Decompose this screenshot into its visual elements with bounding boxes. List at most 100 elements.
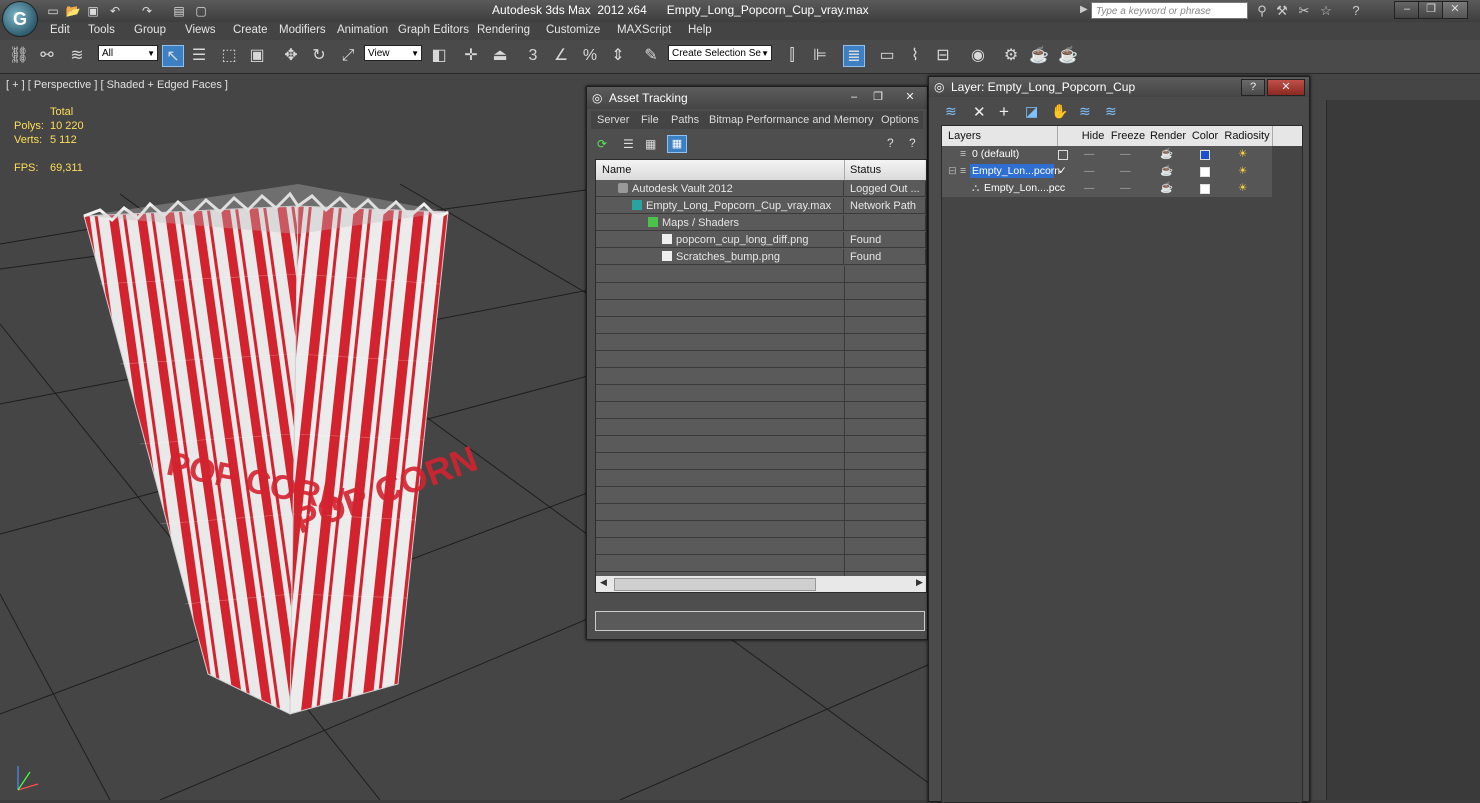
render-setup-icon[interactable]: ⚙ [1000, 45, 1022, 67]
mirror-icon[interactable]: ⫿ [781, 45, 803, 67]
column-layers[interactable]: Layers [942, 126, 1058, 146]
render-production-icon[interactable]: ☕ [1057, 45, 1079, 67]
curve-editor-icon[interactable]: ⌇ [904, 45, 926, 67]
rectangular-selection-icon[interactable]: ⬚ [218, 45, 240, 67]
menu-help[interactable]: Help [688, 24, 712, 36]
link-icon[interactable]: ⛓ [8, 45, 30, 67]
scroll-right-icon[interactable]: ▶ [916, 577, 923, 588]
pivot-center-icon[interactable]: ◧ [428, 45, 450, 67]
freeze-dash-icon[interactable]: — [1120, 146, 1131, 162]
minimize-button[interactable]: – [843, 90, 865, 105]
layer-row[interactable]: ⊟ ≡ Empty_Lon...pcorn ✓ — — ☕ ☀ [942, 163, 1272, 180]
move-icon[interactable]: ✥ [280, 45, 302, 67]
layer-color-swatch[interactable] [1200, 184, 1210, 194]
column-status[interactable]: Status [850, 164, 881, 176]
hide-all-icon[interactable]: ≋ [1079, 103, 1091, 120]
help-icon[interactable]: ? [1348, 3, 1364, 19]
spinner-snap-icon[interactable]: ⇕ [607, 45, 629, 67]
snap-3d-icon[interactable]: 3 [522, 45, 544, 67]
new-file-icon[interactable]: ▭ [44, 3, 62, 19]
menu-group[interactable]: Group [134, 24, 166, 36]
thumbnail-view-icon[interactable]: ▦ [645, 137, 656, 151]
asset-menu-paths[interactable]: Paths [671, 114, 699, 126]
layer-color-swatch[interactable] [1200, 150, 1210, 160]
menu-rendering[interactable]: Rendering [477, 24, 530, 36]
search-input[interactable]: Type a keyword or phrase [1091, 2, 1248, 19]
scale-icon[interactable]: ⤢ [337, 45, 359, 67]
keyboard-shortcut-icon[interactable]: ⏏ [489, 45, 511, 67]
hide-dash-icon[interactable]: — [1084, 163, 1095, 179]
select-by-name-icon[interactable]: ☰ [188, 45, 210, 67]
radiosity-sun-icon[interactable]: ☀ [1238, 163, 1247, 179]
freeze-dash-icon[interactable]: — [1120, 180, 1131, 196]
layer-row[interactable]: ⛬ Empty_Lon....pcc — — ☕ ☀ [942, 180, 1272, 197]
render-teapot-icon[interactable]: ☕ [1160, 163, 1173, 179]
collapse-icon[interactable]: ⊟ [948, 163, 957, 179]
highlight-selected-icon[interactable]: ✋ [1051, 103, 1068, 120]
layer-manager-titlebar[interactable]: ◎ Layer: Empty_Long_Popcorn_Cup ? ✕ [929, 77, 1309, 97]
list-view-icon[interactable]: ☰ [623, 137, 634, 151]
render-teapot-icon[interactable]: ☕ [1160, 146, 1173, 162]
restore-button[interactable]: ❐ [1418, 1, 1444, 19]
close-button[interactable]: ✕ [1442, 1, 1468, 19]
fetch-icon[interactable]: ▢ [192, 3, 210, 19]
radiosity-sun-icon[interactable]: ☀ [1238, 180, 1247, 196]
delete-layer-icon[interactable]: ✕ [973, 103, 986, 121]
column-name[interactable]: Name [602, 164, 631, 176]
asset-menu-server[interactable]: Server [597, 114, 629, 126]
save-icon[interactable]: ▣ [84, 3, 102, 19]
asset-tracking-titlebar[interactable]: ◎ Asset Tracking – ❐ ✕ [587, 87, 927, 109]
radiosity-sun-icon[interactable]: ☀ [1238, 146, 1247, 162]
add-to-layer-icon[interactable]: + [999, 102, 1009, 122]
hide-dash-icon[interactable]: — [1084, 180, 1095, 196]
minimize-button[interactable]: – [1394, 1, 1420, 19]
table-view-icon[interactable]: ▦ [667, 135, 687, 153]
communication-icon[interactable]: ✂ [1296, 3, 1312, 19]
percent-snap-icon[interactable]: % [579, 45, 601, 67]
help-button[interactable]: ? [1241, 79, 1265, 96]
create-layer-icon[interactable]: ≋ [945, 103, 957, 120]
column-color[interactable]: Color [1188, 126, 1223, 146]
redo-icon[interactable]: ↷ [138, 3, 156, 19]
freeze-dash-icon[interactable]: — [1120, 163, 1131, 179]
subscription-icon[interactable]: ⚒ [1274, 3, 1290, 19]
hold-icon[interactable]: ▤ [170, 3, 188, 19]
asset-path-field[interactable] [595, 611, 925, 631]
vault-help-icon[interactable]: ? [909, 136, 916, 150]
reference-coordinate-dropdown[interactable]: View ▼ [364, 45, 422, 61]
horizontal-scrollbar[interactable]: ◀ ▶ [596, 576, 926, 592]
menu-animation[interactable]: Animation [337, 24, 388, 36]
refresh-icon[interactable]: ⟳ [597, 137, 607, 151]
column-freeze[interactable]: Freeze [1108, 126, 1149, 146]
menu-tools[interactable]: Tools [88, 24, 115, 36]
window-crossing-icon[interactable]: ▣ [246, 45, 268, 67]
layer-manager-icon[interactable]: ≣ [843, 45, 865, 67]
select-manipulate-icon[interactable]: ✛ [460, 45, 482, 67]
layer-color-swatch[interactable] [1200, 167, 1210, 177]
close-button[interactable]: ✕ [899, 90, 921, 105]
current-layer-checkbox[interactable] [1058, 150, 1068, 160]
binoculars-icon[interactable]: ⚲ [1254, 3, 1270, 19]
open-file-icon[interactable]: 📂 [64, 3, 82, 19]
menu-modifiers[interactable]: Modifiers [279, 24, 326, 36]
graphite-ribbon-icon[interactable]: ▭ [876, 45, 898, 67]
menu-edit[interactable]: Edit [50, 24, 70, 36]
scroll-left-icon[interactable]: ◀ [600, 577, 607, 588]
rotate-icon[interactable]: ↻ [308, 45, 330, 67]
render-teapot-icon[interactable]: ☕ [1160, 180, 1173, 196]
unlink-icon[interactable]: ⚯ [36, 45, 58, 67]
layer-row[interactable]: ≡ 0 (default) — — ☕ ☀ [942, 146, 1272, 163]
rendered-frame-icon[interactable]: ☕ [1028, 45, 1050, 67]
schematic-view-icon[interactable]: ⊟ [932, 45, 954, 67]
checkmark-icon[interactable]: ✓ [1058, 163, 1067, 179]
maximize-button[interactable]: ❐ [867, 90, 889, 105]
app-logo-icon[interactable]: G [2, 1, 38, 37]
angle-snap-icon[interactable]: ∠ [550, 45, 572, 67]
asset-menu-options[interactable]: Options [881, 114, 919, 126]
align-icon[interactable]: ⊫ [809, 45, 831, 67]
menu-views[interactable]: Views [185, 24, 215, 36]
favorites-icon[interactable]: ☆ [1318, 3, 1334, 19]
viewport-label[interactable]: [ + ] [ Perspective ] [ Shaded + Edged F… [6, 79, 228, 91]
undo-icon[interactable]: ↶ [106, 3, 124, 19]
freeze-all-icon[interactable]: ≋ [1105, 103, 1117, 120]
